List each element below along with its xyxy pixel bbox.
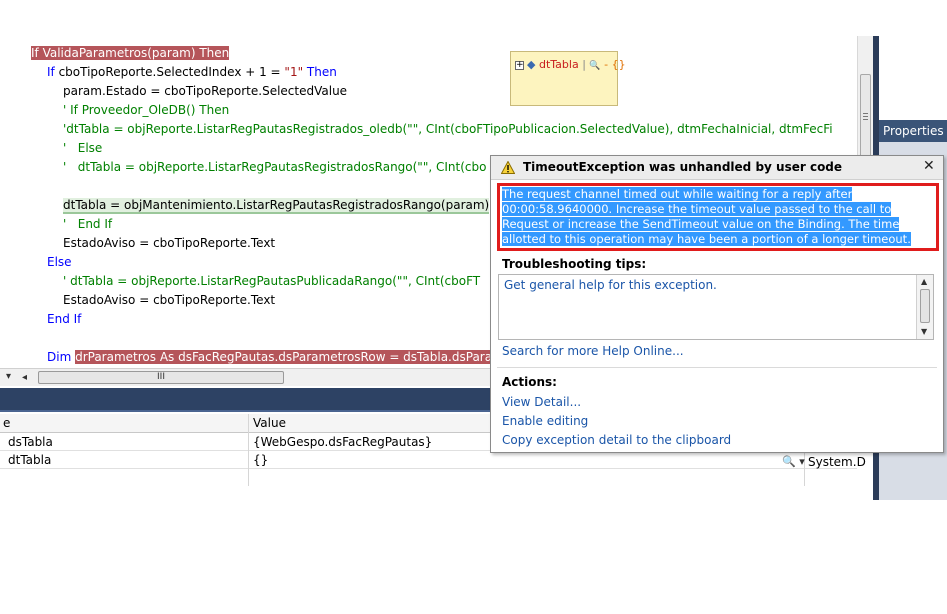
code-line[interactable]: EstadoAviso = cboTipoReporte.Text: [63, 291, 275, 310]
exception-title: TimeoutException was unhandled by user c…: [523, 160, 843, 174]
exception-message-box[interactable]: The request channel timed out while wait…: [497, 183, 939, 251]
grip-icon: III: [157, 372, 165, 382]
datatable-icon: ◆: [527, 58, 536, 71]
tip-link[interactable]: Get general help for this exception.: [504, 278, 717, 292]
column-header-name[interactable]: e: [3, 414, 10, 433]
code-token: dtTabla = objMantenimiento.ListarRegPaut…: [63, 198, 490, 214]
code-token: ' dtTabla = objReporte.ListarRegPautasRe…: [63, 160, 487, 174]
code-line[interactable]: Dim drParametros As dsFacRegPautas.dsPar…: [47, 348, 493, 367]
code-token: param.Estado = cboTipoReporte.SelectedVa…: [63, 84, 348, 98]
code-token: ' End If: [63, 217, 113, 231]
exception-assistant: TimeoutException was unhandled by user c…: [490, 155, 944, 453]
code-token: EstadoAviso = cboTipoReporte.Text: [63, 293, 276, 307]
view-detail-link[interactable]: View Detail...: [502, 395, 581, 409]
tips-scrollbar[interactable]: ▲ ▼: [916, 275, 933, 339]
datatip-value: - {}: [604, 58, 626, 71]
search-help-online-link[interactable]: Search for more Help Online...: [502, 344, 684, 358]
warning-icon: [501, 161, 515, 174]
troubleshooting-list[interactable]: Get general help for this exception. ▲ ▼: [498, 274, 934, 340]
code-line[interactable]: ' dtTabla = objReporte.ListarRegPautasRe…: [63, 158, 486, 177]
code-token: 'dtTabla = objReporte.ListarRegPautasReg…: [63, 122, 833, 136]
code-token: cboTipoReporte.SelectedIndex + 1 =: [58, 65, 285, 79]
scroll-left-icon[interactable]: ◂: [22, 372, 27, 383]
code-line[interactable]: EstadoAviso = cboTipoReporte.Text: [63, 234, 275, 253]
visualizer-dropdown-icon[interactable]: 🔍 ▾: [782, 455, 805, 468]
actions-title: Actions:: [502, 375, 557, 389]
grip-line: [863, 119, 868, 120]
code-token: ' dtTabla = objReporte.ListarRegPautasPu…: [63, 274, 481, 288]
code-token: EstadoAviso = cboTipoReporte.Text: [63, 236, 276, 250]
scroll-up-icon[interactable]: ▲: [921, 277, 927, 286]
code-token: ' Else: [63, 141, 103, 155]
current-statement-line[interactable]: dtTabla = objMantenimiento.ListarRegPaut…: [63, 196, 490, 215]
code-line[interactable]: Else: [47, 253, 72, 272]
code-line[interactable]: ' Else: [63, 139, 102, 158]
tips-scroll-thumb[interactable]: [920, 289, 930, 323]
copy-exception-detail-link[interactable]: Copy exception detail to the clipboard: [502, 433, 731, 447]
code-line[interactable]: ' If Proveedor_OleDB() Then: [63, 101, 229, 120]
scroll-down-icon[interactable]: ▼: [921, 327, 927, 336]
column-separator[interactable]: [248, 414, 249, 486]
exception-title-bar: TimeoutException was unhandled by user c…: [491, 156, 943, 180]
scrollbar-thumb[interactable]: [860, 74, 871, 158]
datatip-popup[interactable]: + ◆ dtTabla | 🔍 - {}: [510, 51, 626, 106]
code-token: If ValidaParametros(param) Then: [31, 46, 230, 60]
datatip-variable-name: dtTabla: [538, 58, 579, 71]
properties-tab[interactable]: Properties: [879, 120, 947, 142]
code-token: End If: [47, 312, 82, 326]
datatip-row[interactable]: + ◆ dtTabla | 🔍 - {}: [515, 57, 626, 73]
code-line[interactable]: 'dtTabla = objReporte.ListarRegPautasReg…: [63, 120, 833, 139]
row-value: {WebGespo.dsFacRegPautas}: [253, 435, 433, 449]
code-line[interactable]: param.Estado = cboTipoReporte.SelectedVa…: [63, 82, 347, 101]
divider: [497, 367, 937, 368]
grid-row[interactable]: dtTabla {}: [0, 452, 857, 469]
code-token: Else: [47, 255, 72, 269]
code-token: drParametros As dsFacRegPautas.dsParamet…: [75, 350, 493, 364]
expand-icon[interactable]: +: [515, 60, 524, 70]
close-icon[interactable]: ✕: [923, 158, 935, 174]
grip-line: [863, 113, 868, 114]
horizontal-scroll-thumb[interactable]: III: [38, 371, 284, 384]
row-value: {}: [253, 453, 269, 467]
column-header-value[interactable]: Value: [253, 414, 286, 433]
magnifier-icon[interactable]: 🔍: [589, 61, 600, 71]
scroll-dropdown-arrow-icon[interactable]: ▾: [6, 371, 11, 382]
code-token: Dim: [47, 350, 76, 364]
row-type: System.D: [808, 455, 866, 469]
row-name: dsTabla: [8, 435, 53, 449]
troubleshooting-title: Troubleshooting tips:: [502, 257, 647, 271]
enable-editing-link[interactable]: Enable editing: [502, 414, 588, 428]
row-name: dtTabla: [8, 453, 52, 467]
code-line[interactable]: ' dtTabla = objReporte.ListarRegPautasPu…: [63, 272, 480, 291]
code-token: Then: [303, 65, 337, 79]
exception-message[interactable]: The request channel timed out while wait…: [502, 187, 911, 246]
code-token: "1": [284, 65, 304, 79]
grip-line: [863, 116, 868, 117]
code-line[interactable]: End If: [47, 310, 81, 329]
code-token: ' If Proveedor_OleDB() Then: [63, 103, 230, 117]
code-line[interactable]: ' End If: [63, 215, 112, 234]
code-line[interactable]: If cboTipoReporte.SelectedIndex + 1 = "1…: [47, 63, 337, 82]
code-token: If: [47, 65, 59, 79]
code-line[interactable]: If ValidaParametros(param) Then: [31, 44, 230, 63]
